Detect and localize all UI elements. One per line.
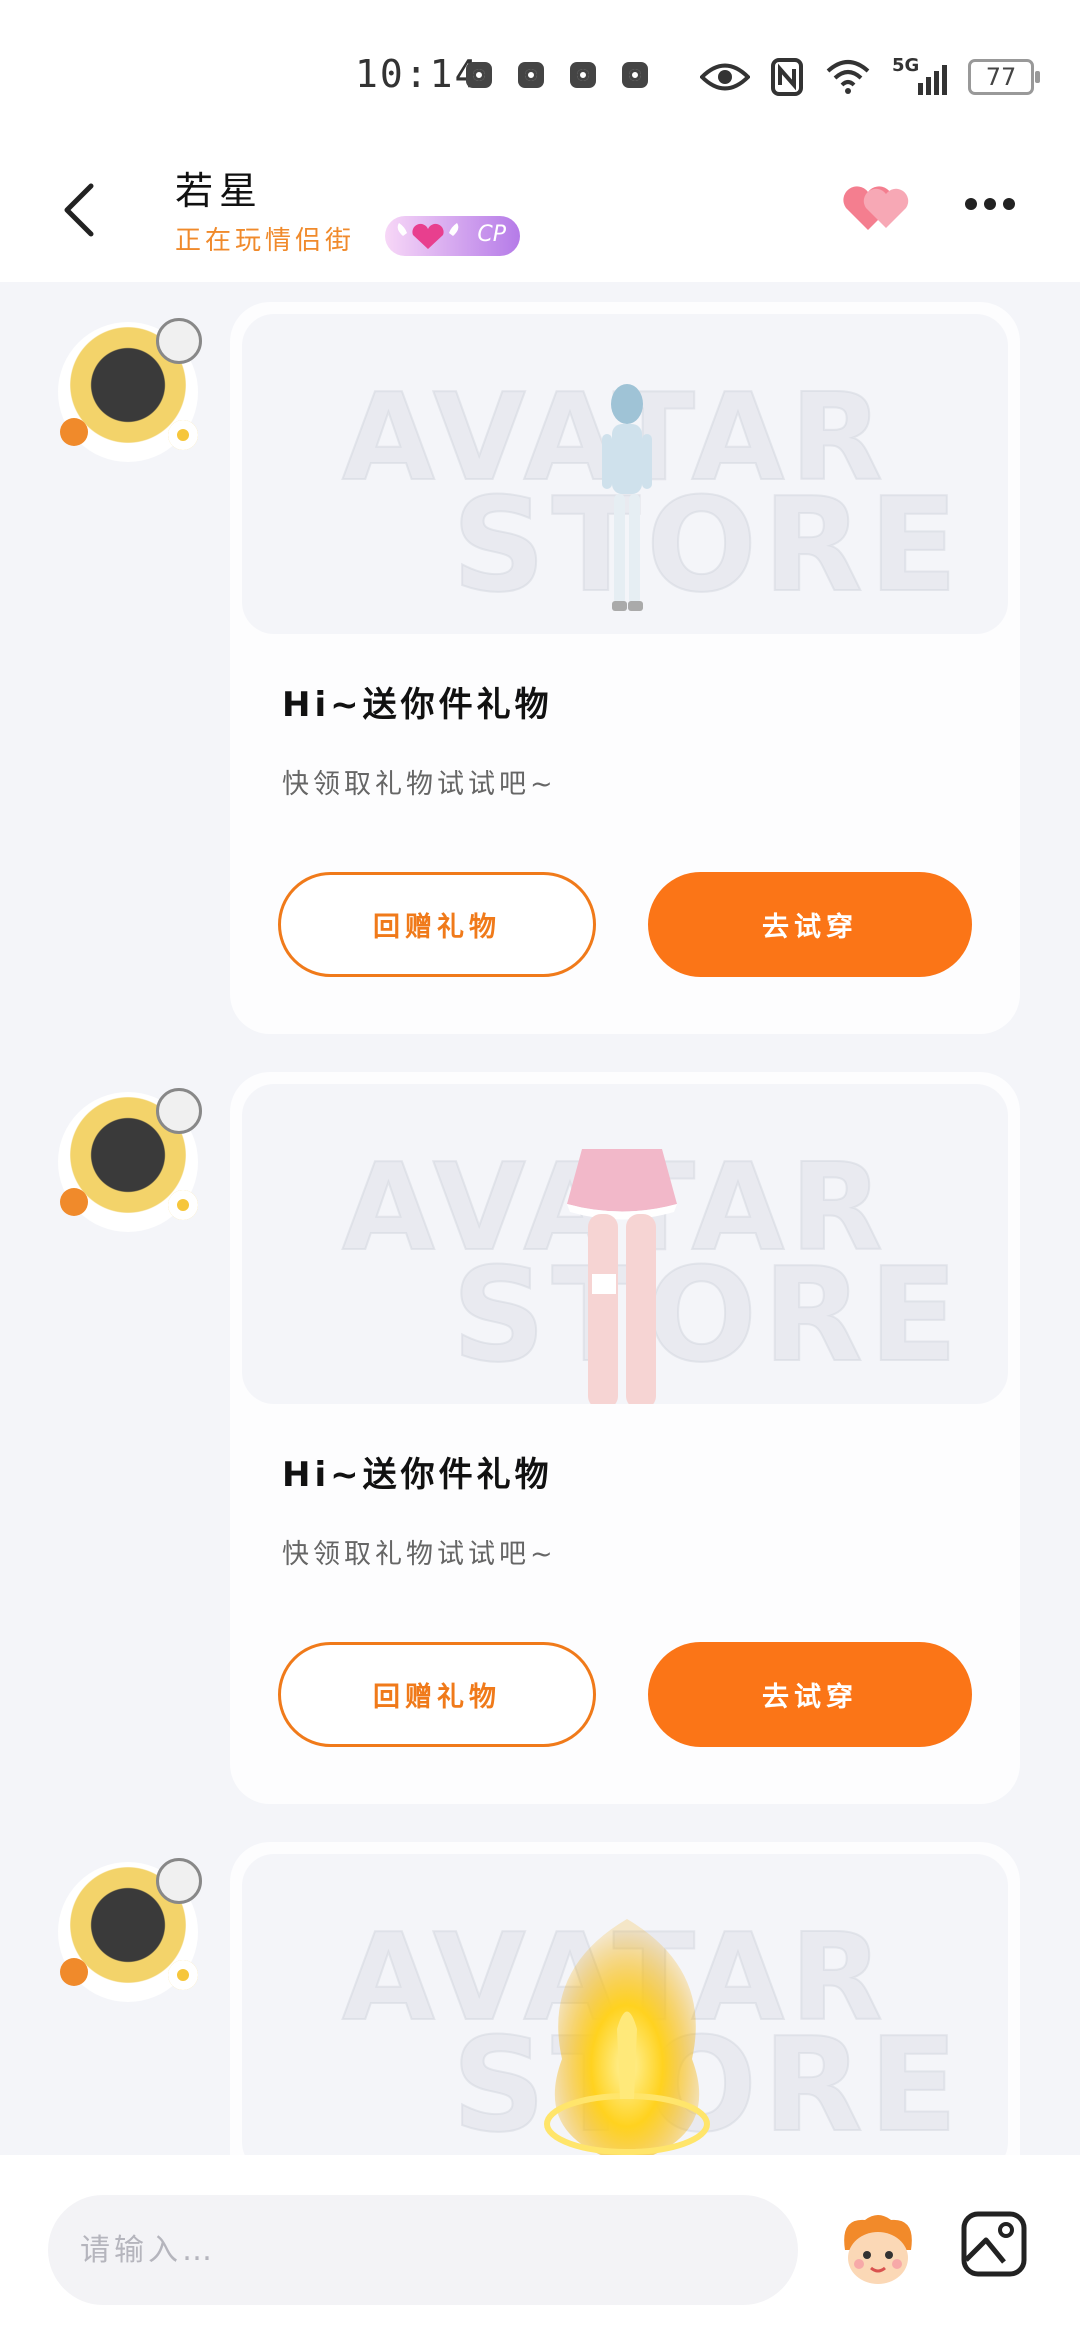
gift-item-image[interactable]: AVATAR STORE: [242, 314, 1008, 634]
status-bar: 10:14 5G 77: [0, 0, 1080, 150]
notification-icon: [570, 62, 596, 88]
contact-name[interactable]: 若星: [175, 160, 263, 215]
sender-avatar[interactable]: [58, 318, 202, 462]
message-input[interactable]: [48, 2195, 798, 2305]
gift-item-image[interactable]: AVATAR STORE: [242, 1084, 1008, 1404]
watermark: STORE: [451, 468, 964, 622]
emoji-mascot-icon[interactable]: [835, 2210, 921, 2290]
battery-indicator: 77: [968, 59, 1040, 95]
return-gift-button[interactable]: 回赠礼物: [278, 1642, 596, 1747]
watermark: STORE: [451, 1238, 964, 1392]
try-on-button[interactable]: 去试穿: [648, 872, 972, 977]
effect-figure: [544, 1919, 710, 2164]
back-arrow-icon[interactable]: [55, 180, 105, 240]
cp-badge[interactable]: CP: [385, 216, 520, 256]
image-icon[interactable]: [960, 2210, 1028, 2278]
sender-avatar[interactable]: [58, 1858, 202, 2002]
hearts-icon[interactable]: [840, 180, 916, 236]
notification-icon: [518, 62, 544, 88]
notification-icon: [622, 62, 648, 88]
gift-item-image[interactable]: AVATAR STORE: [242, 1854, 1008, 2174]
wifi-icon: [826, 60, 870, 94]
nfc-icon: [771, 58, 803, 96]
chat-input-bar: [0, 2155, 1080, 2340]
gift-title: Hi~送你件礼物: [282, 1455, 553, 1495]
notification-icon: [466, 62, 492, 88]
chat-header: 若星 正在玩情侣街 CP: [0, 150, 1080, 282]
gift-subtitle: 快领取礼物试试吧~: [282, 769, 557, 800]
outfit-figure: [567, 1149, 677, 1404]
gift-card: AVATAR STORE Hi~送你件礼物 快领取礼物试试吧~ 回赠礼物 去试穿: [230, 302, 1020, 1034]
network-type: 5G: [892, 55, 920, 76]
gift-card: AVATAR STORE Hi~送你件礼物 快领取礼物试试吧~ 回赠礼物 去试穿: [230, 1072, 1020, 1804]
gift-title: Hi~送你件礼物: [282, 685, 553, 725]
return-gift-button[interactable]: 回赠礼物: [278, 872, 596, 977]
status-time: 10:14: [355, 52, 480, 96]
signal-icon: 5G: [892, 55, 948, 97]
gift-subtitle: 快领取礼物试试吧~: [282, 1539, 557, 1570]
try-on-button[interactable]: 去试穿: [648, 1642, 972, 1747]
more-options-icon[interactable]: [965, 195, 1025, 219]
contact-status: 正在玩情侣街: [175, 226, 356, 256]
eye-icon: [700, 63, 750, 91]
heart-wings-icon: [397, 223, 459, 249]
outfit-figure: [602, 384, 652, 611]
cp-badge-label: CP: [477, 222, 506, 247]
sender-avatar[interactable]: [58, 1088, 202, 1232]
